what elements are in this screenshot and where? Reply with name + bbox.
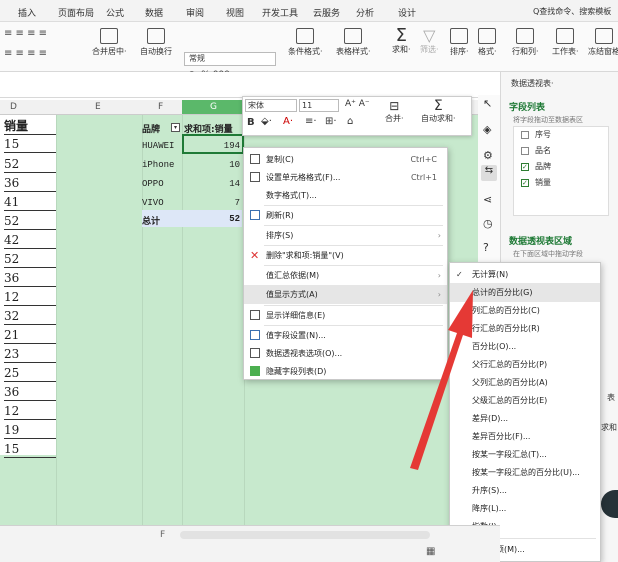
arrow-shape	[410, 290, 473, 470]
red-arrow-annotation	[410, 290, 473, 470]
